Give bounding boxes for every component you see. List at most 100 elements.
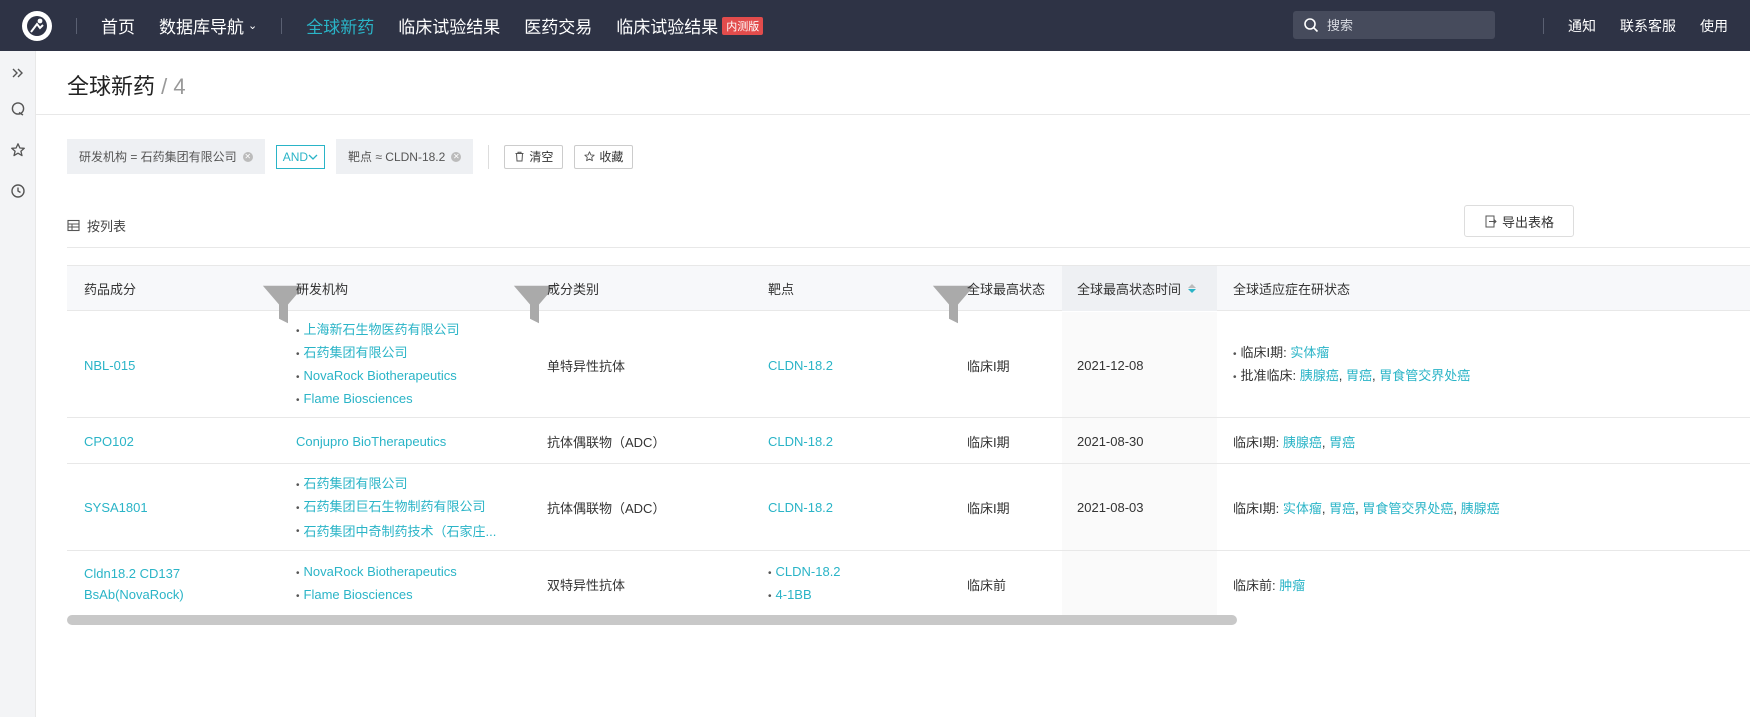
logic-operator-label: AND [282, 149, 309, 164]
scrollbar-thumb[interactable] [67, 615, 1237, 625]
clear-filters-button[interactable]: 清空 [504, 144, 564, 169]
export-icon [1485, 215, 1497, 227]
column-header-label: 研发机构 [296, 282, 349, 297]
beta-badge: 内测版 [722, 16, 764, 35]
view-mode-label: 按列表 [87, 219, 127, 234]
column-header-label: 靶点 [768, 282, 795, 297]
org-link[interactable]: 石药集团中奇制药技术（石家庄... [304, 521, 497, 542]
clear-filters-label: 清空 [529, 150, 554, 164]
search-input[interactable] [1327, 17, 1487, 33]
title-divider [36, 114, 1750, 115]
indication-link[interactable]: 胃食管交界处癌 [1379, 368, 1470, 383]
indication-stage: 临床I期 [1240, 345, 1284, 360]
export-table-button[interactable]: 导出表格 [1464, 205, 1574, 237]
indication-link[interactable]: 胃食管交界处癌 [1362, 501, 1453, 516]
indication-link[interactable]: 实体瘤 [1290, 345, 1329, 360]
column-header-label: 成分类别 [547, 282, 600, 297]
filter-chip-org[interactable]: 研发机构 = 石药集团有限公司 ✕ [67, 139, 265, 174]
column-header-indications[interactable]: 全球适应症在研状态 [1233, 266, 1533, 311]
chat-icon[interactable] [9, 100, 27, 118]
indication-list: 临床I期: 实体瘤, 胃癌, 胃食管交界处癌, 胰腺癌 [1233, 501, 1500, 516]
column-header-label: 全球最高状态时间 [1077, 282, 1182, 297]
indication-list: 临床前: 肿瘤 [1233, 577, 1306, 593]
target-list: • CLDN-18.2 • 4-1BB [768, 564, 841, 602]
table-row: NBL-015 • 上海新石生物医药有限公司 • 石药集团有限公司 • NovaRoc… [67, 312, 1750, 418]
logic-operator-dropdown[interactable]: AND [275, 144, 326, 169]
org-link[interactable]: Conjupro BioTherapeutics [296, 434, 446, 449]
column-header-drug[interactable]: 药品成分 [84, 266, 284, 311]
org-list: • NovaRock Biotherapeutics • Flame Bioscie… [296, 564, 457, 602]
nav-clinical-results-label: 临床试验结果 [398, 18, 501, 37]
nav-pharma-deals-label: 医药交易 [524, 18, 593, 37]
nav-database[interactable]: 数据库导航 ⌄ [159, 13, 257, 38]
nav-clinical-results[interactable]: 临床试验结果 [398, 13, 500, 38]
filter-chip-target[interactable]: 靶点 ≈ CLDN-18.2 ✕ [336, 139, 474, 174]
filter-divider [488, 144, 490, 169]
view-mode-toggle[interactable]: 按列表 [67, 216, 126, 235]
indication-link[interactable]: 胃癌 [1329, 435, 1355, 450]
nav-divider [1543, 17, 1544, 34]
target-link[interactable]: 4-1BB [776, 587, 812, 602]
result-count: / 4 [161, 74, 186, 99]
target-link[interactable]: CLDN-18.2 [768, 358, 833, 373]
org-list: • 石药集团有限公司 • 石药集团巨石生物制药有限公司 • 石药集团中奇制药技术（石家… [296, 464, 496, 551]
target-link[interactable]: CLDN-18.2 [776, 564, 841, 579]
drug-name-link[interactable]: CPO102 [84, 434, 134, 449]
drug-name-link[interactable]: NBL-015 [84, 358, 135, 373]
column-header-category[interactable]: 成分类别 [547, 266, 747, 311]
horizontal-scrollbar[interactable] [67, 615, 1750, 625]
org-link[interactable]: NovaRock Biotherapeutics [304, 368, 457, 383]
trash-icon [515, 151, 524, 162]
category-text: 抗体偶联物（ADC） [547, 434, 666, 450]
target-link[interactable]: CLDN-18.2 [768, 434, 833, 449]
star-icon [584, 151, 595, 162]
remove-filter-icon[interactable]: ✕ [451, 151, 462, 162]
sort-desc-icon[interactable] [1188, 284, 1197, 293]
indication-link[interactable]: 肿瘤 [1279, 578, 1305, 593]
indication-link[interactable]: 胰腺癌 [1283, 435, 1322, 450]
nav-pharma-deals[interactable]: 医药交易 [524, 13, 592, 38]
star-icon[interactable] [9, 141, 27, 159]
indication-stage: 临床I期 [1233, 501, 1276, 516]
chevron-down-icon: ⌄ [248, 20, 258, 32]
usage-link[interactable]: 使用 [1700, 16, 1728, 36]
indication-link[interactable]: 胰腺癌 [1300, 368, 1339, 383]
nav-home-label: 首页 [101, 18, 135, 37]
org-link[interactable]: 石药集团有限公司 [304, 476, 408, 491]
save-filters-button[interactable]: 收藏 [574, 144, 634, 169]
column-header-status[interactable]: 全球最高状态 [967, 266, 1062, 311]
indication-link[interactable]: 实体瘤 [1283, 501, 1322, 516]
org-link[interactable]: Flame Biosciences [304, 587, 413, 602]
history-icon[interactable] [9, 182, 27, 200]
indication-link[interactable]: 胰腺癌 [1461, 501, 1500, 516]
expand-icon[interactable] [9, 64, 27, 82]
notifications-link[interactable]: 通知 [1568, 16, 1596, 36]
target-link[interactable]: CLDN-18.2 [768, 500, 833, 515]
org-link[interactable]: 上海新石生物医药有限公司 [304, 322, 460, 337]
org-link[interactable]: NovaRock Biotherapeutics [304, 564, 457, 579]
category-text: 双特异性抗体 [547, 577, 626, 593]
nav-database-label: 数据库导航 [159, 18, 244, 37]
nav-clinical-results-beta[interactable]: 临床试验结果 内测版 [616, 13, 764, 38]
top-right-links: 通知 联系客服 使用 [1543, 0, 1750, 51]
column-header-org[interactable]: 研发机构 [296, 266, 496, 311]
status-text: 临床I期 [967, 501, 1010, 516]
indication-link[interactable]: 胃癌 [1329, 501, 1355, 516]
org-link[interactable]: Flame Biosciences [304, 391, 413, 406]
indication-link[interactable]: 胃癌 [1346, 368, 1372, 383]
nav-global-drugs[interactable]: 全球新药 [306, 13, 374, 38]
org-link[interactable]: 石药集团有限公司 [304, 345, 408, 360]
status-text: 临床前 [967, 577, 1007, 593]
column-header-status-date[interactable]: 全球最高状态时间 [1062, 266, 1217, 311]
column-header-target[interactable]: 靶点 [768, 266, 948, 311]
search-box[interactable] [1293, 11, 1495, 39]
status-text: 临床I期 [967, 358, 1010, 374]
drug-name-link[interactable]: SYSA1801 [84, 500, 148, 515]
contact-support-link[interactable]: 联系客服 [1620, 16, 1676, 36]
org-link[interactable]: 石药集团巨石生物制药有限公司 [304, 499, 486, 514]
drug-name-link[interactable]: Cldn18.2 CD137 BsAb(NovaRock) [84, 563, 270, 605]
nav-home[interactable]: 首页 [101, 13, 135, 38]
remove-filter-icon[interactable]: ✕ [242, 151, 253, 162]
logo-icon[interactable] [22, 10, 52, 41]
table-row: CPO102 Conjupro BioTherapeutics 抗体偶联物（AD… [67, 418, 1750, 464]
